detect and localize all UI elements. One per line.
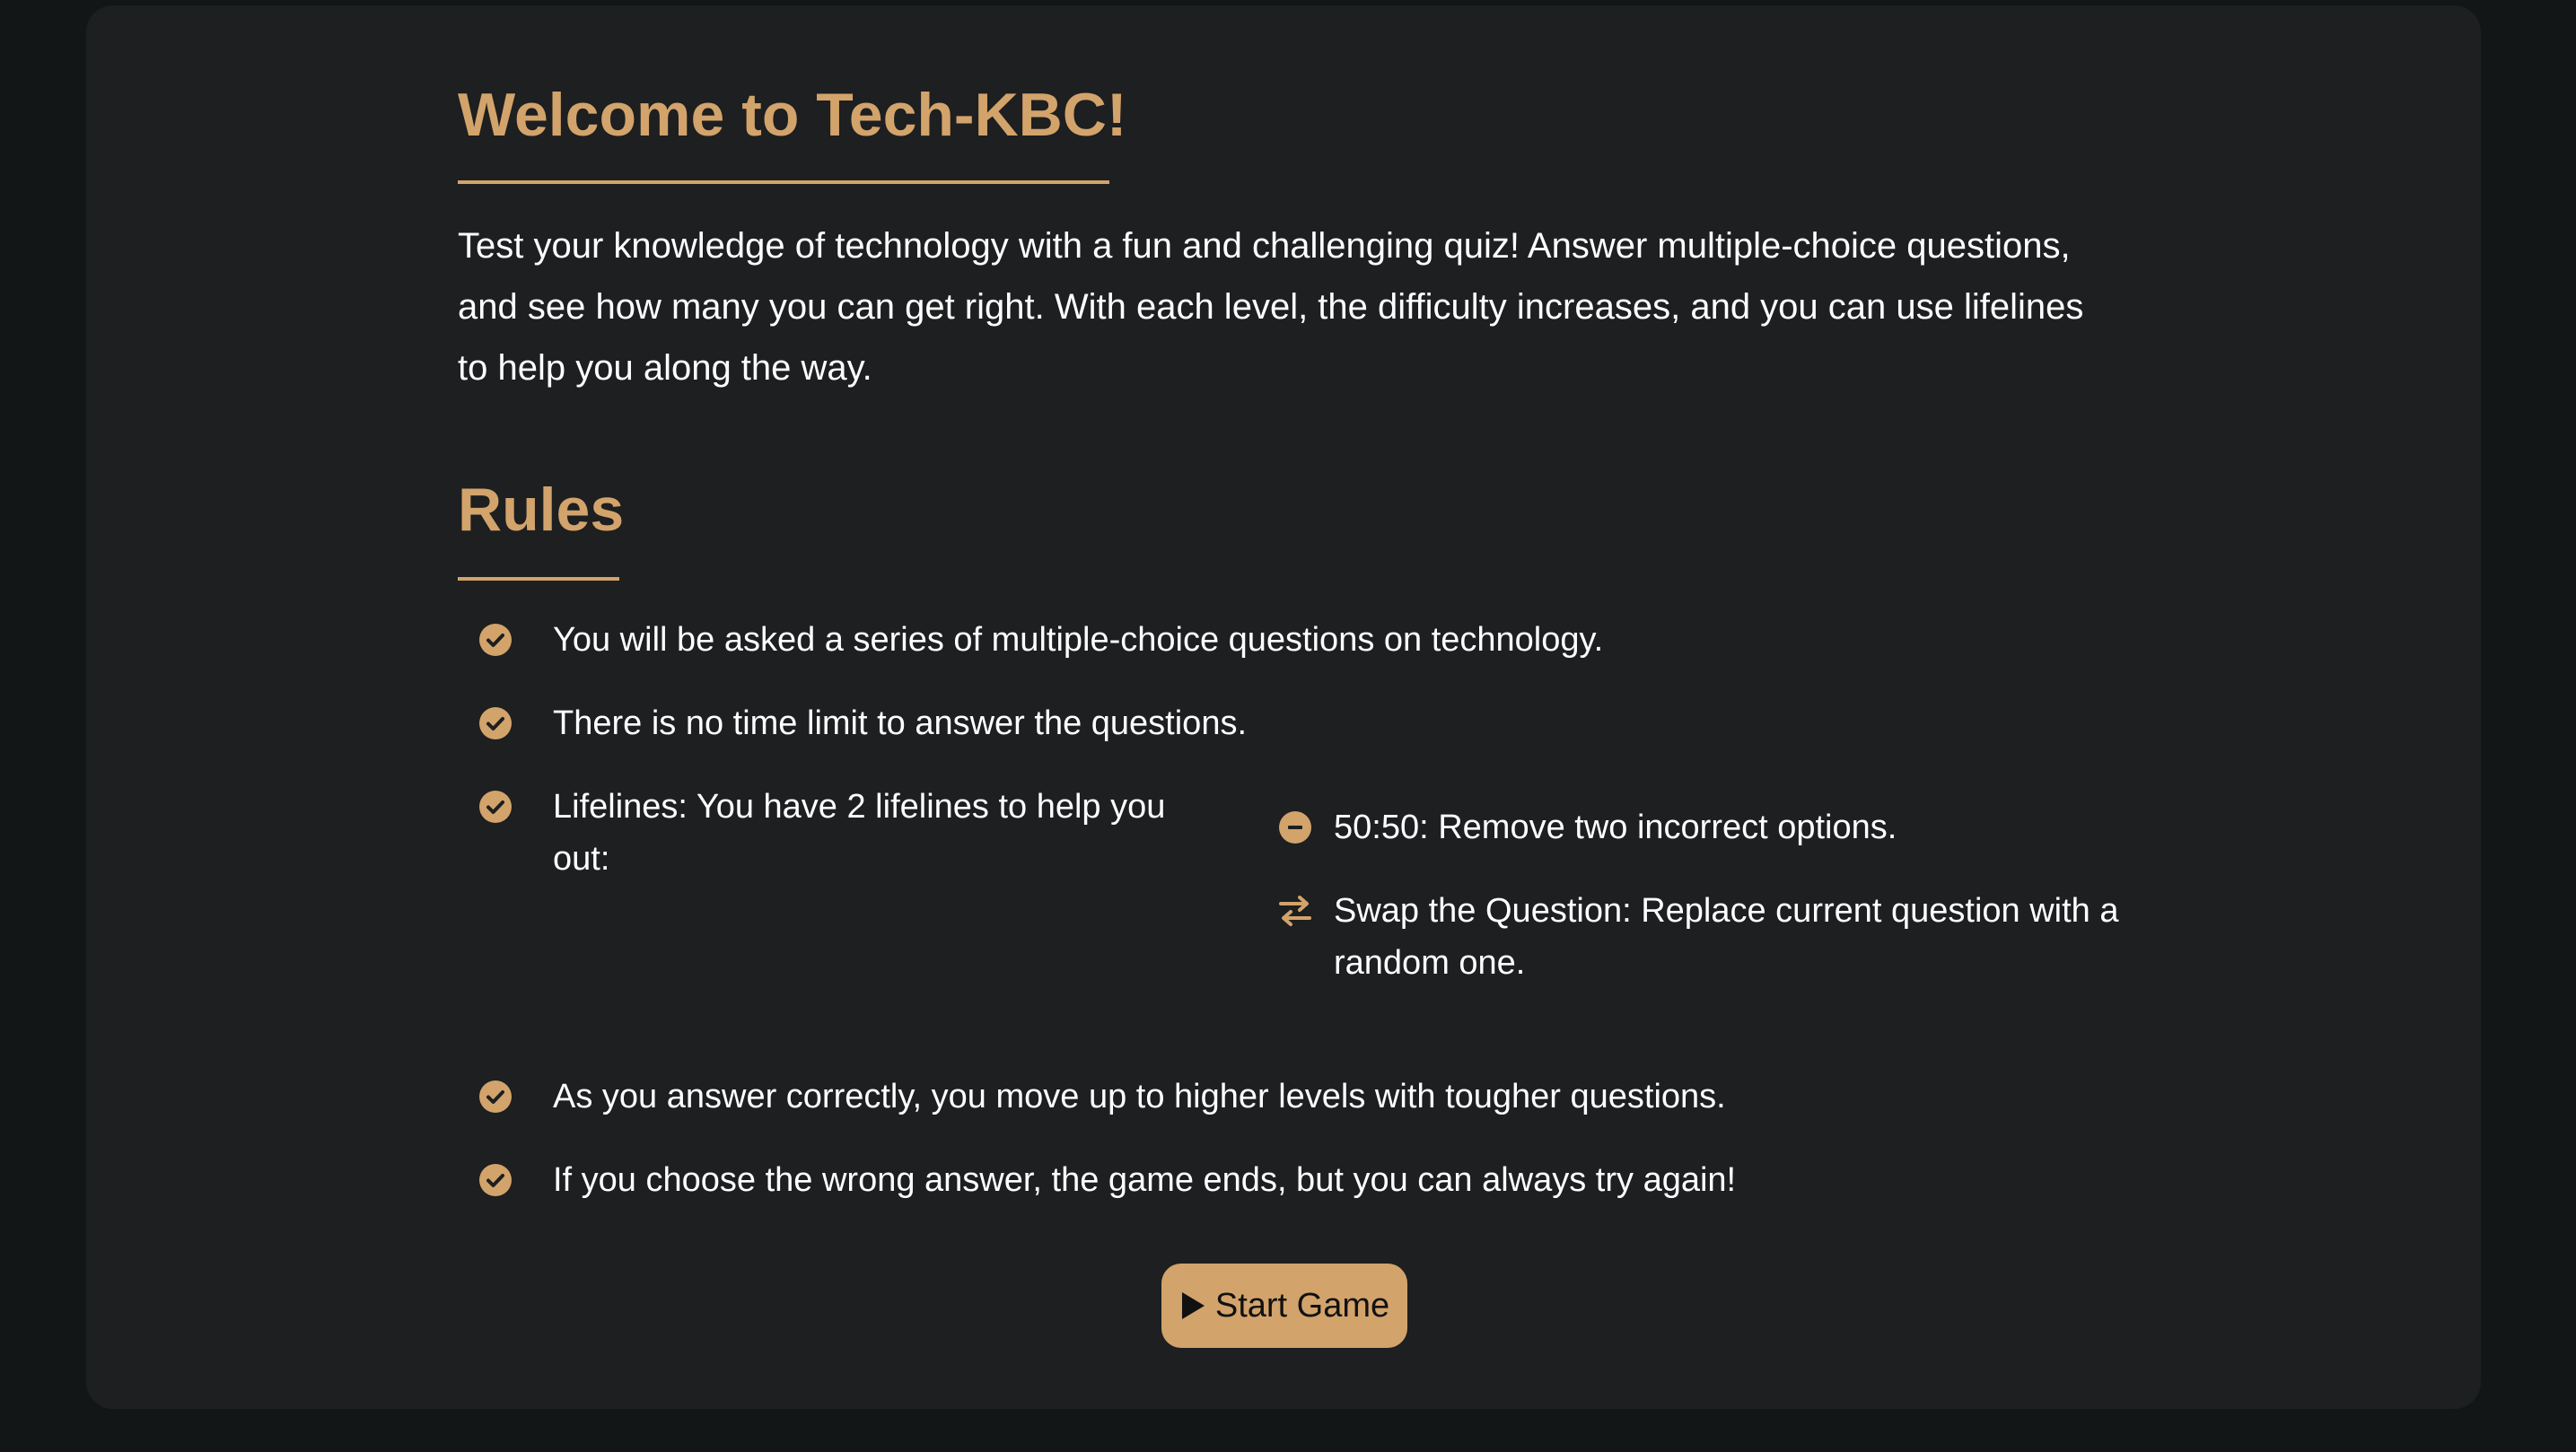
swap-arrows-icon xyxy=(1279,896,1311,926)
play-icon xyxy=(1181,1292,1205,1319)
rule-text: Lifelines: You have 2 lifelines to help … xyxy=(553,788,1166,878)
welcome-title: Welcome to Tech-KBC! xyxy=(458,81,1127,149)
rule-text: There is no time limit to answer the que… xyxy=(553,704,1248,742)
check-circle-icon xyxy=(479,707,512,739)
start-game-label: Start Game xyxy=(1214,1287,1390,1325)
minus-circle-icon xyxy=(1279,811,1311,844)
intro-paragraph: Test your knowledge of technology with a… xyxy=(458,226,2084,388)
start-game-button[interactable]: Start Game xyxy=(1161,1264,1407,1348)
check-circle-icon xyxy=(479,791,512,823)
lifeline-text: 50:50: Remove two incorrect options. xyxy=(1334,809,1897,846)
welcome-card: Welcome to Tech-KBC! Test your knowledge… xyxy=(86,5,2481,1409)
rules-title: Rules xyxy=(458,476,625,544)
rule-text: As you answer correctly, you move up to … xyxy=(553,1078,1726,1115)
check-circle-icon xyxy=(479,1080,512,1113)
check-circle-icon xyxy=(479,624,512,656)
rule-text: If you choose the wrong answer, the game… xyxy=(553,1161,1737,1199)
rule-text: You will be asked a series of multiple-c… xyxy=(553,621,1604,659)
rules-title-underline xyxy=(458,577,619,581)
check-circle-icon xyxy=(479,1164,512,1196)
lifeline-text: Swap the Question: Replace current quest… xyxy=(1334,892,2119,982)
welcome-title-underline xyxy=(458,180,1109,184)
